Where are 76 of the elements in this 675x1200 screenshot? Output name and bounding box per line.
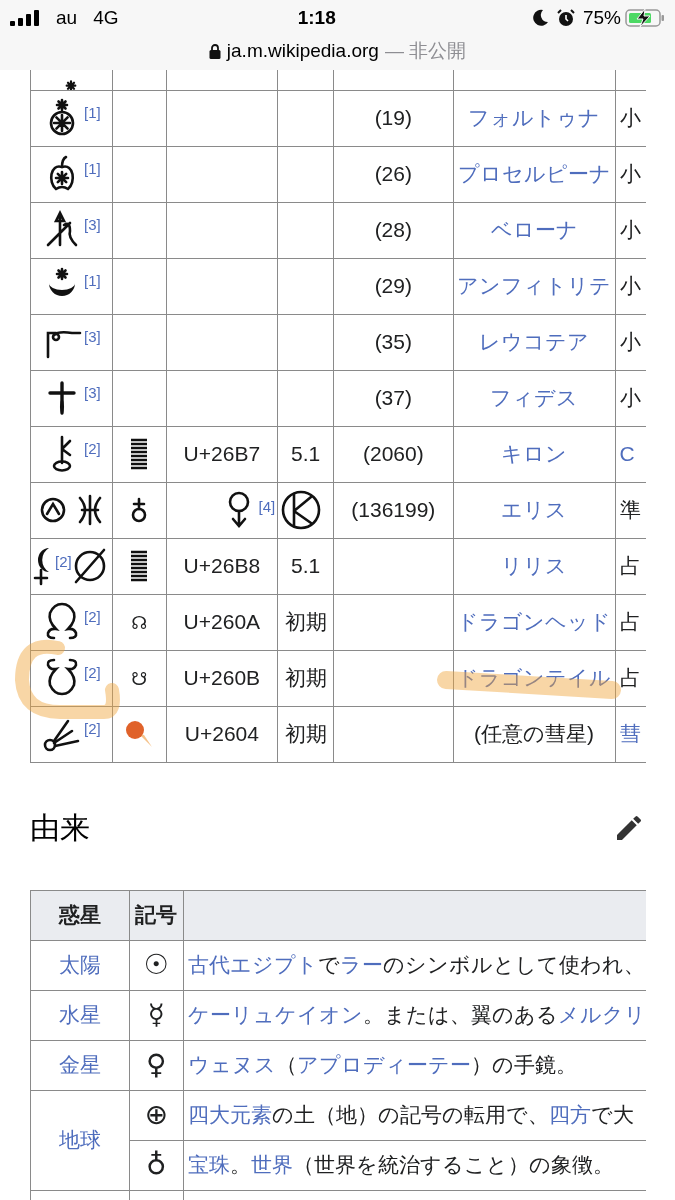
table-cell: U+26B7 (183, 442, 261, 466)
table-cell: 5.1 (291, 554, 321, 578)
text-link[interactable]: 四方 (549, 1103, 591, 1127)
description-text: 宝珠。世界（世界を統治すること）の象徴。 (188, 1153, 614, 1177)
reference-link[interactable]: [2] (84, 721, 101, 736)
text-link[interactable]: キロン (501, 442, 568, 466)
reference-link[interactable]: [3] (84, 217, 101, 232)
table-cell: 初期 (284, 666, 327, 690)
reference-link[interactable]: [3] (84, 385, 101, 400)
table-cell: 小 (619, 386, 641, 410)
planet-symbol: ♁ (146, 1148, 167, 1181)
table-cell: 占 (619, 554, 641, 578)
text-link[interactable]: エリス (501, 498, 568, 522)
table-cell: 小 (619, 106, 641, 130)
table-cell: U+2604 (184, 722, 259, 746)
battery-percent: 75% (582, 5, 621, 30)
table-cell: U+260A (183, 610, 261, 634)
privacy-label: — 非公開 (384, 38, 467, 63)
table-cell: 小 (619, 330, 641, 354)
network-label: 4G (93, 5, 119, 30)
symbol-glyph: ☊ (131, 612, 148, 634)
table-cell: (26) (374, 162, 412, 186)
table-cell: 初期 (284, 610, 327, 634)
reference-link[interactable]: [3] (84, 329, 101, 344)
description-text: ケーリュケイオン。または、翼のある メルクリ (188, 1003, 646, 1027)
table-cell: (19) (374, 106, 412, 130)
description-text: ウェヌス（アプロディーテー）の手鏡。 (188, 1053, 577, 1077)
planet-symbol: ☿ (147, 998, 165, 1031)
text-link[interactable]: 地球 (58, 1128, 101, 1152)
table-cell: 準 (619, 498, 641, 522)
text-link[interactable]: ウェヌス (188, 1053, 276, 1077)
reference-link[interactable]: [1] (84, 105, 101, 120)
url-text: ja.m.wikipedia.org (226, 38, 379, 63)
table-cell: (29) (374, 274, 412, 298)
description-text: 四大元素の土（地）の記号の転用で、四方で大 (188, 1103, 634, 1127)
text-link[interactable]: 世界 (251, 1153, 293, 1177)
table-cell: (136199) (351, 498, 436, 522)
table-cell: (任意の彗星) (474, 722, 595, 746)
symbol-glyph: ☋ (131, 668, 148, 690)
column-header: 惑星 (58, 903, 101, 927)
table-cell: (2060) (362, 442, 424, 466)
table-cell: 占 (619, 610, 641, 634)
text-link[interactable]: メルクリ (558, 1003, 646, 1027)
reference-link[interactable]: [1] (84, 161, 101, 176)
table-cell: 5.1 (291, 442, 321, 466)
text-link[interactable]: 宝珠 (188, 1153, 230, 1177)
table-cell: 小 (619, 218, 641, 242)
table-cell: U+260B (183, 666, 261, 690)
reference-link[interactable]: [1] (84, 273, 101, 288)
table-cell: U+26B8 (183, 554, 261, 578)
text-link[interactable]: 四大元素 (188, 1103, 272, 1127)
table-cell: (37) (374, 386, 412, 410)
planet-symbol: ⊕ (144, 1098, 168, 1131)
reference-link[interactable]: [2] (84, 441, 101, 456)
table-cell: (35) (374, 330, 412, 354)
reference-link[interactable]: [2] (84, 665, 101, 680)
reference-link[interactable]: [2] (84, 609, 101, 624)
reference-link[interactable]: [4] (258, 499, 276, 514)
carrier-label: au (56, 5, 78, 30)
table-cell: (28) (374, 218, 412, 242)
text-link[interactable]: リリス (501, 554, 568, 578)
reference-link[interactable]: [2] (55, 554, 72, 569)
table-cell: 小 (619, 162, 641, 186)
text-link[interactable]: 古代エジプト (188, 953, 318, 977)
clock-time: 1:18 (296, 5, 337, 30)
section-heading: 由来 (30, 810, 90, 846)
planet-symbol: ☉ (143, 948, 169, 981)
text-link[interactable]: ラー (340, 953, 383, 977)
table-cell: 占 (619, 666, 641, 690)
table-cell: 小 (619, 274, 641, 298)
text-link[interactable]: ケーリュケイオン (188, 1003, 363, 1027)
planet-symbol: ♀ (146, 1048, 167, 1081)
column-header: 記号 (135, 903, 178, 927)
description-text: 古代エジプト でラーのシンボルとして使われ、 (188, 953, 645, 977)
text-link[interactable]: アプロディーテー (297, 1053, 471, 1077)
table-cell: 初期 (284, 722, 327, 746)
